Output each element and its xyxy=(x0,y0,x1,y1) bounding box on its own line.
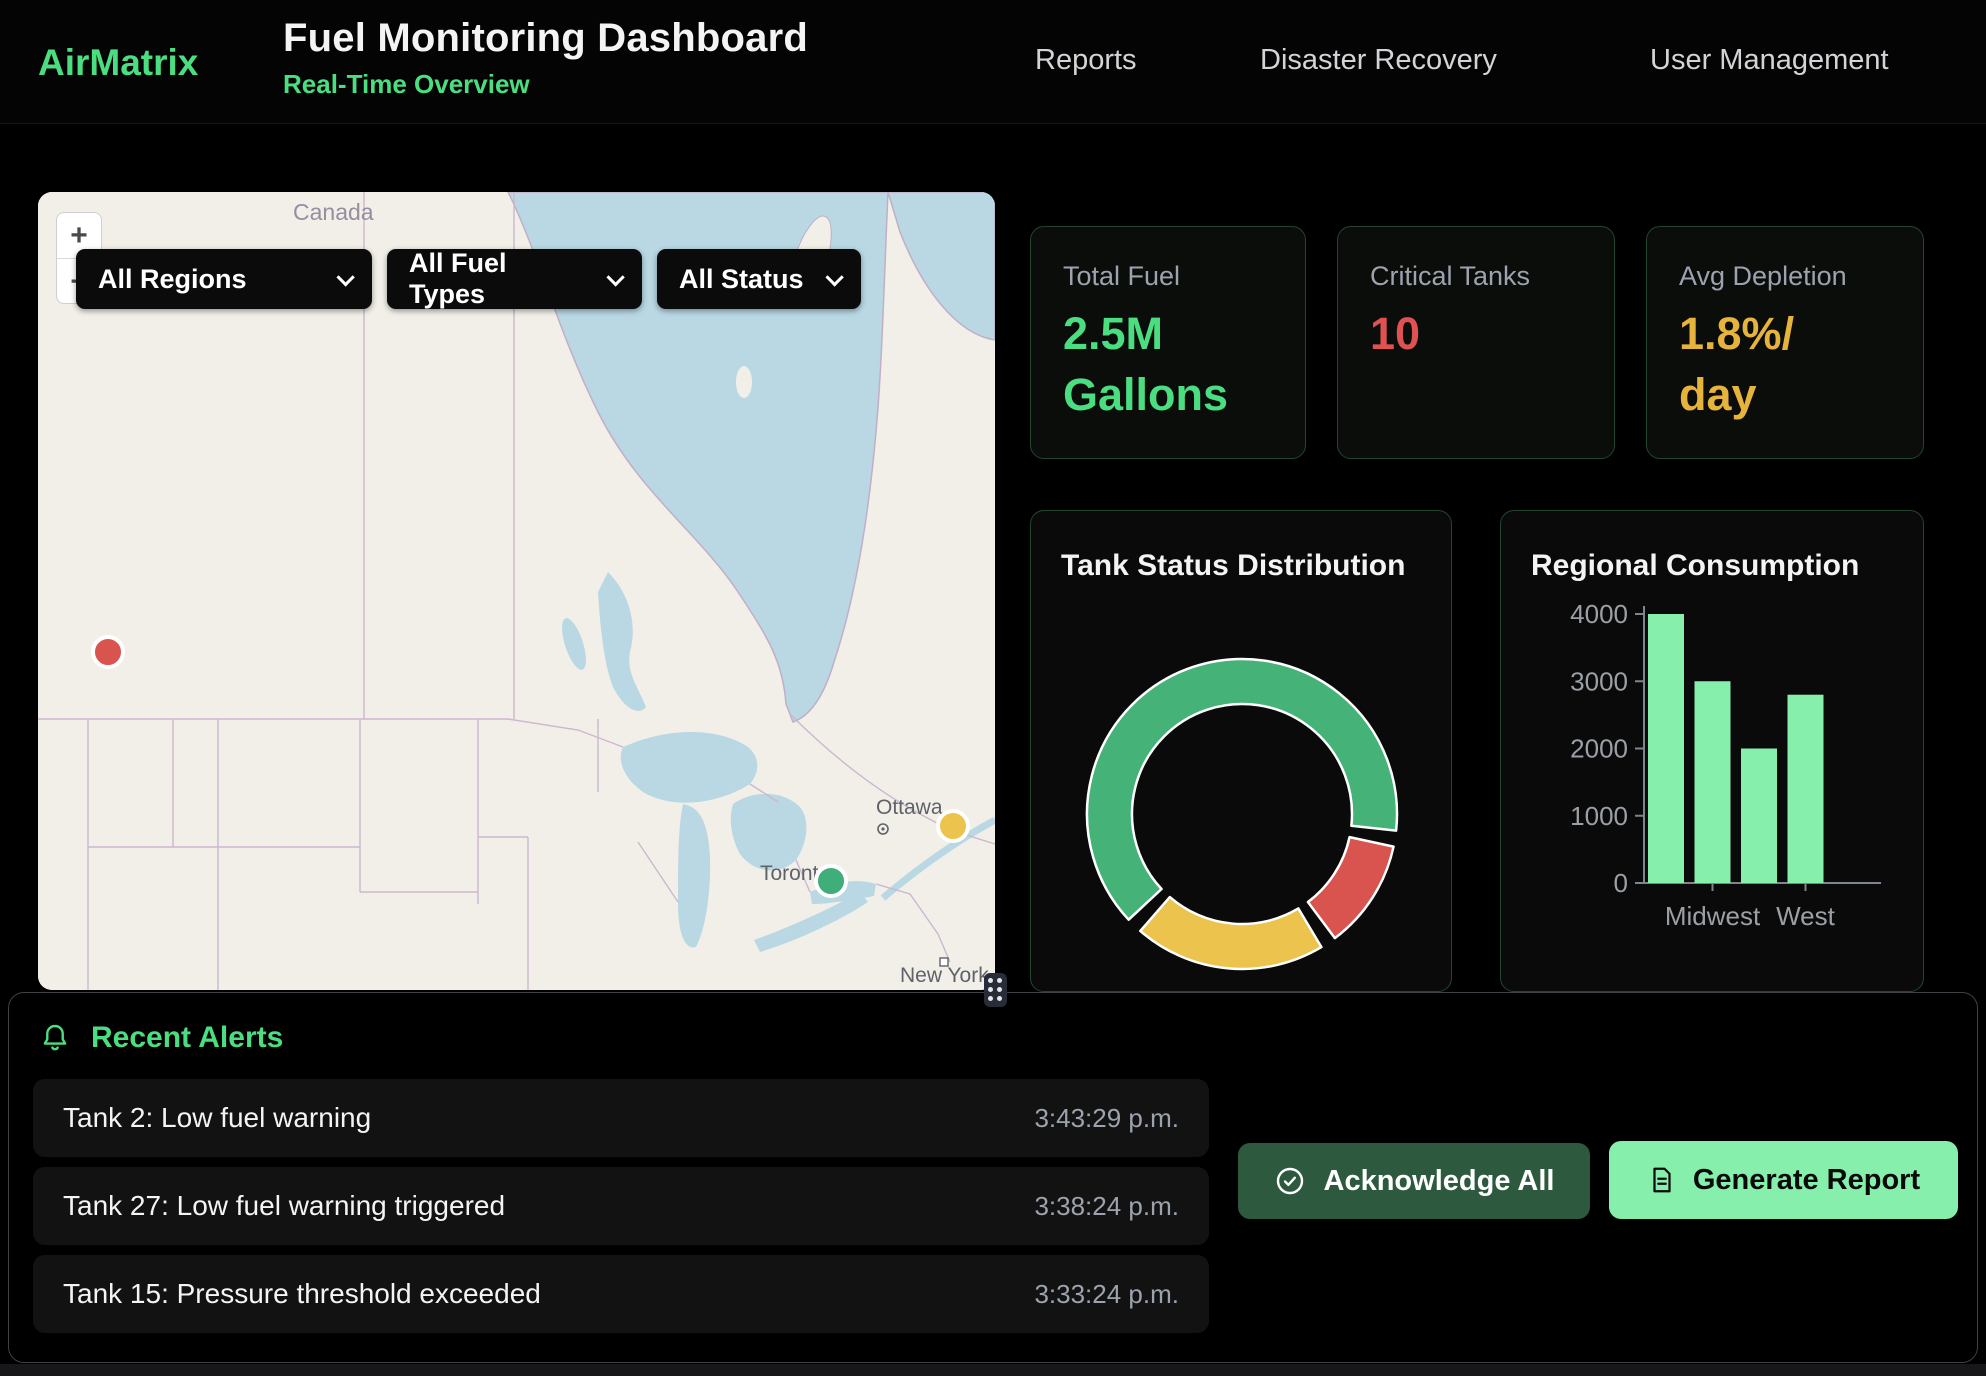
alert-text: Tank 2: Low fuel warning xyxy=(63,1102,371,1134)
nav-reports[interactable]: Reports xyxy=(1035,44,1137,77)
document-icon xyxy=(1647,1164,1677,1196)
tank-status-card: Tank Status Distribution xyxy=(1030,510,1452,992)
tank-marker[interactable] xyxy=(93,637,123,667)
stat-label: Critical Tanks xyxy=(1370,261,1582,292)
page-subtitle: Real-Time Overview xyxy=(283,69,808,100)
alert-row[interactable]: Tank 27: Low fuel warning triggered 3:38… xyxy=(33,1167,1209,1245)
alerts-title: Recent Alerts xyxy=(91,1021,283,1055)
alert-text: Tank 27: Low fuel warning triggered xyxy=(63,1190,505,1222)
regions-dropdown-value: All Regions xyxy=(98,264,247,295)
acknowledge-all-button[interactable]: Acknowledge All xyxy=(1238,1143,1590,1219)
alert-time: 3:33:24 p.m. xyxy=(1034,1279,1179,1310)
brand-logo[interactable]: AirMatrix xyxy=(38,42,198,84)
donut-chart-title: Tank Status Distribution xyxy=(1061,549,1405,583)
y-tick-label: 0 xyxy=(1614,868,1628,898)
nav-disaster-recovery[interactable]: Disaster Recovery xyxy=(1260,44,1497,77)
alert-time: 3:38:24 p.m. xyxy=(1034,1191,1179,1222)
bar-col1 xyxy=(1648,614,1684,883)
page-title: Fuel Monitoring Dashboard xyxy=(283,16,808,61)
tank-status-donut-chart xyxy=(1072,644,1412,984)
stat-card-avg-depletion: Avg Depletion 1.8%/day xyxy=(1646,226,1924,459)
map-panel[interactable]: CanadaOttawaTorontoNew York + − All Regi… xyxy=(38,192,995,990)
map-filter-bar: All Regions All Fuel Types All Status xyxy=(76,249,861,309)
tank-marker[interactable] xyxy=(938,811,968,841)
map-island xyxy=(736,366,752,398)
bar-Midwest xyxy=(1695,681,1731,883)
chevron-down-icon xyxy=(336,268,354,286)
generate-report-label: Generate Report xyxy=(1693,1164,1920,1197)
map-place-label: Ottawa xyxy=(876,796,943,819)
stat-value: 2.5MGallons xyxy=(1063,304,1273,426)
stat-value: 1.8%/day xyxy=(1679,304,1891,426)
y-tick-label: 4000 xyxy=(1570,599,1628,629)
acknowledge-all-label: Acknowledge All xyxy=(1324,1165,1555,1198)
chevron-down-icon xyxy=(606,268,624,286)
recent-alerts-panel: Recent Alerts Tank 2: Low fuel warning 3… xyxy=(8,992,1978,1363)
x-tick-label: West xyxy=(1776,901,1836,931)
y-tick-label: 1000 xyxy=(1570,801,1628,831)
regional-consumption-card: Regional Consumption 01000200030004000Mi… xyxy=(1500,510,1924,992)
status-dropdown[interactable]: All Status xyxy=(657,249,861,309)
map-place-label: Canada xyxy=(293,199,374,225)
donut-segment-red-critical xyxy=(1308,837,1394,938)
y-tick-label: 3000 xyxy=(1570,666,1628,696)
map-canvas[interactable]: CanadaOttawaTorontoNew York xyxy=(38,192,995,990)
check-circle-icon xyxy=(1274,1165,1306,1197)
status-dropdown-value: All Status xyxy=(679,264,804,295)
map-place-label: New York xyxy=(900,964,989,987)
tank-marker[interactable] xyxy=(816,866,846,896)
stat-card-total-fuel: Total Fuel 2.5MGallons xyxy=(1030,226,1306,459)
map-city-square-new-york xyxy=(940,958,948,966)
stat-label: Total Fuel xyxy=(1063,261,1273,292)
chevron-down-icon xyxy=(825,268,843,286)
bar-col3 xyxy=(1741,749,1777,884)
fuel-types-dropdown[interactable]: All Fuel Types xyxy=(387,249,642,309)
title-block: Fuel Monitoring Dashboard Real-Time Over… xyxy=(283,16,808,100)
regional-consumption-bar-chart: 0 1000 2000 3000 4000 Midwest West xyxy=(1501,511,1924,992)
donut-segment-yellow-warning xyxy=(1140,897,1321,969)
alerts-header: Recent Alerts xyxy=(39,1021,283,1055)
alert-row[interactable]: Tank 2: Low fuel warning 3:43:29 p.m. xyxy=(33,1079,1209,1157)
stat-card-critical-tanks: Critical Tanks 10 xyxy=(1337,226,1615,459)
x-tick-label: Midwest xyxy=(1665,901,1761,931)
bar-West xyxy=(1788,695,1824,883)
regions-dropdown[interactable]: All Regions xyxy=(76,249,372,309)
map-resize-handle[interactable] xyxy=(984,973,1007,1007)
app-header: AirMatrix Fuel Monitoring Dashboard Real… xyxy=(0,0,1986,124)
alert-time: 3:43:29 p.m. xyxy=(1034,1103,1179,1134)
generate-report-button[interactable]: Generate Report xyxy=(1609,1141,1958,1219)
bottom-strip xyxy=(0,1364,1986,1376)
stat-label: Avg Depletion xyxy=(1679,261,1891,292)
bell-icon xyxy=(39,1021,71,1055)
nav-user-management[interactable]: User Management xyxy=(1650,44,1889,77)
alert-row[interactable]: Tank 15: Pressure threshold exceeded 3:3… xyxy=(33,1255,1209,1333)
fuel-types-dropdown-value: All Fuel Types xyxy=(409,248,589,310)
alert-text: Tank 15: Pressure threshold exceeded xyxy=(63,1278,541,1310)
stat-value: 10 xyxy=(1370,304,1582,365)
y-tick-label: 2000 xyxy=(1570,734,1628,764)
map-city-dot-ottawa-center xyxy=(881,827,884,830)
